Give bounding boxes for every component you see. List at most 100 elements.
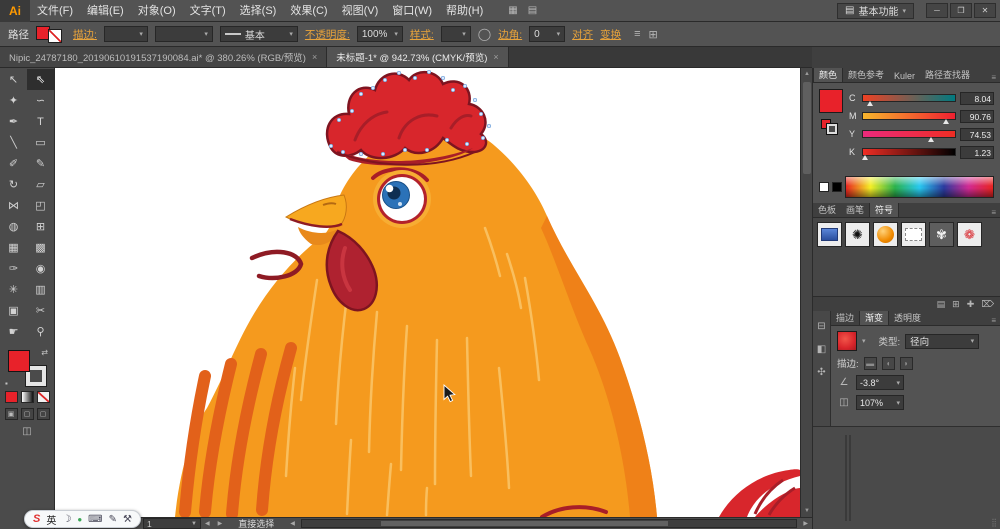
horizontal-scroll-thumb[interactable]	[381, 521, 668, 526]
width-tool[interactable]: ⋈	[0, 195, 27, 216]
magenta-slider[interactable]	[862, 112, 956, 120]
tab-pathfinder[interactable]: 路径查找器	[920, 68, 975, 82]
artboard[interactable]	[55, 68, 800, 517]
sogou-logo-icon[interactable]: S	[33, 513, 40, 525]
ime-skin-icon[interactable]: ●	[77, 515, 82, 524]
artboard-navigation[interactable]: 1 ▼	[143, 518, 201, 529]
cyan-slider[interactable]	[862, 94, 956, 102]
vertical-scrollbar[interactable]: ▲ ▼	[800, 68, 812, 517]
eyedropper-tool[interactable]: ✑	[0, 258, 27, 279]
tab-symbols[interactable]: 符号	[869, 203, 899, 217]
black-value[interactable]: 1.23	[960, 146, 994, 159]
align-panel-link[interactable]: 对齐	[572, 27, 593, 42]
stroke-weight-dropdown[interactable]: ▾	[104, 26, 148, 42]
isolate-icon[interactable]: ⊞	[649, 28, 658, 41]
lasso-tool[interactable]: ∽	[27, 90, 54, 111]
collapsed-panel-icon[interactable]: ⊟	[817, 321, 825, 332]
draw-behind-icon[interactable]: ▢	[21, 408, 34, 420]
style-panel-link[interactable]: 样式:	[410, 27, 434, 42]
line-segment-tool[interactable]: ╲	[0, 132, 27, 153]
canvas-area[interactable]: ▲ ▼	[55, 68, 812, 517]
chevron-down-icon[interactable]: ▾	[862, 337, 866, 345]
symbol-splatter[interactable]: ✺	[845, 222, 870, 247]
corner-panel-link[interactable]: 边角:	[498, 27, 522, 42]
transform-panel-link[interactable]: 变换	[600, 27, 621, 42]
draw-normal-icon[interactable]: ▣	[5, 408, 18, 420]
symbol-sprayer-tool[interactable]: ✳	[0, 279, 27, 300]
column-graph-tool[interactable]: ▥	[27, 279, 54, 300]
menu-select[interactable]: 选择(S)	[233, 0, 284, 22]
draw-inside-icon[interactable]: ▢	[37, 408, 50, 420]
document-tab-untitled[interactable]: 未标题-1* @ 942.73% (CMYK/预览) ×	[327, 47, 508, 67]
arrange-documents-icon[interactable]: ▦	[504, 5, 521, 16]
none-mode-button[interactable]	[37, 391, 50, 403]
close-icon[interactable]: ×	[312, 52, 317, 62]
magic-wand-tool[interactable]: ✦	[0, 90, 27, 111]
default-fill-stroke-icon[interactable]: ▪	[5, 379, 8, 388]
collapsed-panel-icon[interactable]: ✣	[817, 367, 825, 378]
free-transform-tool[interactable]: ◰	[27, 195, 54, 216]
gradient-type-dropdown[interactable]: 径向 ▾	[905, 334, 979, 349]
menu-view[interactable]: 视图(V)	[335, 0, 386, 22]
workspace-switcher[interactable]: ▤ 基本功能 ▾	[837, 3, 914, 19]
close-button[interactable]: ✕	[974, 3, 996, 18]
menu-file[interactable]: 文件(F)	[30, 0, 80, 22]
stroke-panel-link[interactable]: 描边:	[73, 27, 97, 42]
vertical-scroll-thumb[interactable]	[803, 82, 811, 174]
menu-effect[interactable]: 效果(C)	[283, 0, 334, 22]
menu-object[interactable]: 对象(O)	[131, 0, 183, 22]
beak-upper[interactable]	[286, 195, 346, 227]
panel-menu-icon[interactable]: ≡	[991, 208, 1000, 217]
magenta-value[interactable]: 90.76	[960, 110, 994, 123]
current-color-swatch[interactable]	[819, 89, 843, 113]
slice-tool[interactable]: ✂	[27, 300, 54, 321]
ime-handwrite-icon[interactable]: ✎	[109, 514, 117, 525]
scroll-right-icon[interactable]: ▶	[799, 520, 812, 527]
ime-toolbox-icon[interactable]: ⚒	[123, 514, 132, 525]
scroll-left-icon[interactable]: ◀	[286, 520, 299, 527]
horizontal-scrollbar[interactable]	[301, 519, 797, 528]
menu-window[interactable]: 窗口(W)	[385, 0, 439, 22]
swap-fill-stroke-icon[interactable]: ⇄	[41, 348, 48, 357]
ime-moon-icon[interactable]: ☽	[62, 514, 71, 525]
panel-menu-icon[interactable]: ≡	[634, 28, 640, 41]
blend-tool[interactable]: ◉	[27, 258, 54, 279]
hand-tool[interactable]: ☛	[0, 321, 27, 342]
rotate-tool[interactable]: ↻	[0, 174, 27, 195]
yellow-value[interactable]: 74.53	[960, 128, 994, 141]
white-swatch[interactable]	[819, 182, 829, 192]
symbol-white-flower[interactable]: ✾	[929, 222, 954, 247]
shape-recognition-icon[interactable]: ◯	[478, 27, 491, 41]
paintbrush-tool[interactable]: ✐	[0, 153, 27, 174]
rooster-artwork[interactable]	[55, 68, 800, 517]
stroke-within-icon[interactable]: ▬	[864, 357, 877, 370]
black-slider[interactable]	[862, 148, 956, 156]
collapsed-panel-icon[interactable]: ◧	[817, 344, 826, 355]
zoom-tool[interactable]: ⚲	[27, 321, 54, 342]
gradient-angle-field[interactable]: -3.8° ▾	[856, 375, 904, 390]
pencil-tool[interactable]: ✎	[27, 153, 54, 174]
document-tab-nipic[interactable]: Nipic_24787180_20190610191537190084.ai* …	[0, 47, 327, 67]
rooster-comb[interactable]	[327, 72, 486, 158]
opacity-dropdown[interactable]: 100% ▾	[357, 26, 403, 42]
color-spectrum[interactable]	[845, 176, 994, 198]
symbol-sketch-box[interactable]	[901, 222, 926, 247]
symbol-library-icon[interactable]: ▤	[937, 299, 946, 310]
tab-color-guide[interactable]: 颜色参考	[843, 68, 889, 82]
new-symbol-icon[interactable]: ✚	[967, 299, 975, 310]
artboard-tool[interactable]: ▣	[0, 300, 27, 321]
mini-fill-stroke[interactable]	[821, 119, 839, 135]
tab-stroke[interactable]: 描边	[831, 311, 859, 325]
prev-artboard-icon[interactable]: ◀	[201, 520, 214, 527]
close-icon[interactable]: ×	[493, 52, 498, 62]
cyan-value[interactable]: 8.04	[960, 92, 994, 105]
gradient-mode-button[interactable]	[21, 391, 34, 403]
opacity-panel-link[interactable]: 不透明度:	[305, 27, 350, 42]
fill-stroke-swatches[interactable]	[36, 25, 66, 43]
stroke-across-icon[interactable]: ◗	[900, 357, 913, 370]
mesh-tool[interactable]: ▦	[0, 237, 27, 258]
tail-feathers[interactable]	[719, 469, 800, 517]
panel-menu-icon[interactable]: ≡	[991, 316, 1000, 325]
gradient-tool[interactable]: ▩	[27, 237, 54, 258]
screen-mode-icon[interactable]: ◫	[22, 426, 31, 437]
